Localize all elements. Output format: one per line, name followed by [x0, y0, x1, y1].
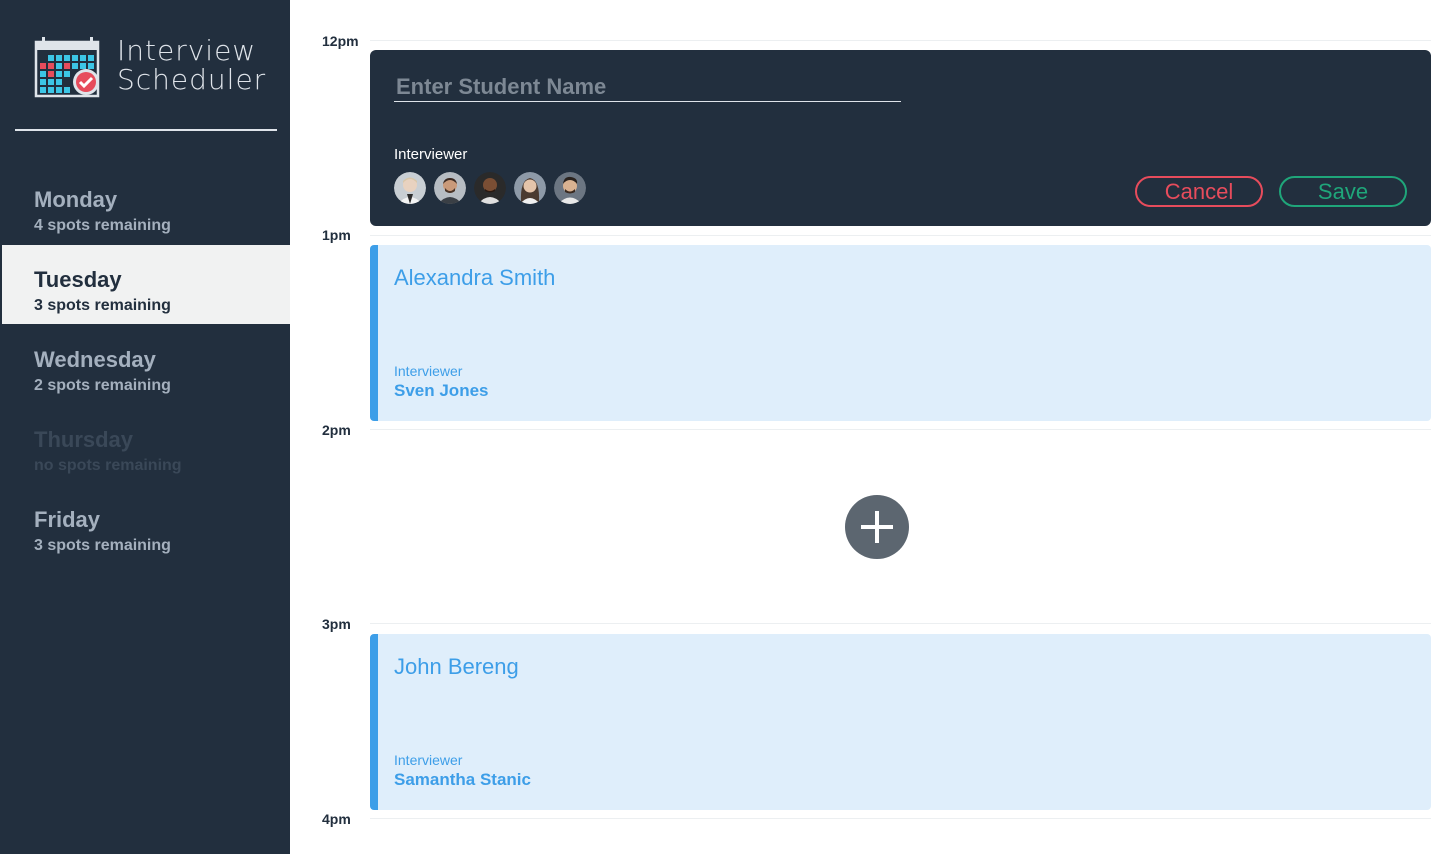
appointment-interviewer-label: Interviewer — [394, 752, 463, 768]
appointment-form: Interviewer — [370, 50, 1431, 226]
appointment-student: John Bereng — [394, 654, 519, 679]
interviewer-avatar[interactable] — [474, 172, 506, 204]
app-title-line2: Scheduler — [117, 63, 267, 96]
appointment-student: Alexandra Smith — [394, 265, 556, 290]
calendar-check-icon — [34, 37, 100, 98]
hour-label-2pm: 2pm — [322, 422, 351, 438]
day-item-wednesday[interactable]: Wednesday 2 spots remaining — [2, 325, 290, 404]
appointment-interviewer: Sven Jones — [394, 381, 489, 400]
hour-label-3pm: 3pm — [322, 616, 351, 632]
day-name: Wednesday — [34, 347, 156, 372]
appointment-interviewer: Samantha Stanic — [394, 770, 531, 789]
hour-divider — [370, 818, 1431, 819]
interviewer-avatar[interactable] — [514, 172, 546, 204]
appointment-card[interactable]: Alexandra Smith Interviewer Sven Jones — [370, 245, 1431, 421]
app-title: Interview Scheduler — [117, 36, 266, 94]
day-item-tuesday[interactable]: Tuesday 3 spots remaining — [2, 245, 290, 324]
sidebar-divider — [15, 129, 277, 131]
hour-label-1pm: 1pm — [322, 227, 351, 243]
appointment-card[interactable]: John Bereng Interviewer Samantha Stanic — [370, 634, 1431, 810]
sidebar: Interview Scheduler Monday 4 spots remai… — [0, 0, 290, 854]
interviewer-avatar[interactable] — [554, 172, 586, 204]
appointment-interviewer-label: Interviewer — [394, 363, 463, 379]
interviewer-avatar[interactable] — [394, 172, 426, 204]
day-item-monday[interactable]: Monday 4 spots remaining — [2, 165, 290, 244]
day-spots: 2 spots remaining — [34, 377, 171, 394]
day-name: Thursday — [34, 427, 134, 452]
day-name: Friday — [34, 507, 101, 532]
save-button[interactable]: Save — [1279, 176, 1407, 207]
day-spots: 3 spots remaining — [34, 297, 171, 314]
logo: Interview Scheduler — [34, 36, 274, 100]
day-spots: 4 spots remaining — [34, 217, 171, 234]
hour-label-4pm: 4pm — [322, 811, 351, 827]
hour-divider — [370, 429, 1431, 430]
day-name: Tuesday — [34, 267, 122, 292]
hour-label-12pm: 12pm — [322, 33, 359, 49]
app: Interview Scheduler Monday 4 spots remai… — [0, 0, 1441, 854]
day-spots: 3 spots remaining — [34, 537, 171, 554]
day-item-friday[interactable]: Friday 3 spots remaining — [2, 485, 290, 564]
hour-divider — [370, 623, 1431, 624]
app-title-line1: Interview — [117, 34, 257, 67]
student-name-input[interactable] — [394, 72, 901, 102]
day-name: Monday — [34, 187, 118, 212]
interviewer-avatar[interactable] — [434, 172, 466, 204]
add-appointment-button[interactable] — [845, 495, 909, 559]
interviewer-label: Interviewer — [394, 146, 468, 163]
hour-divider — [370, 40, 1431, 41]
cancel-button[interactable]: Cancel — [1135, 176, 1263, 207]
hour-divider — [370, 235, 1431, 236]
schedule: 12pm 1pm 2pm 3pm 4pm Interviewer — [290, 0, 1441, 854]
day-item-thursday[interactable]: Thursday no spots remaining — [2, 405, 290, 484]
plus-icon — [861, 511, 893, 543]
day-spots: no spots remaining — [34, 457, 182, 474]
